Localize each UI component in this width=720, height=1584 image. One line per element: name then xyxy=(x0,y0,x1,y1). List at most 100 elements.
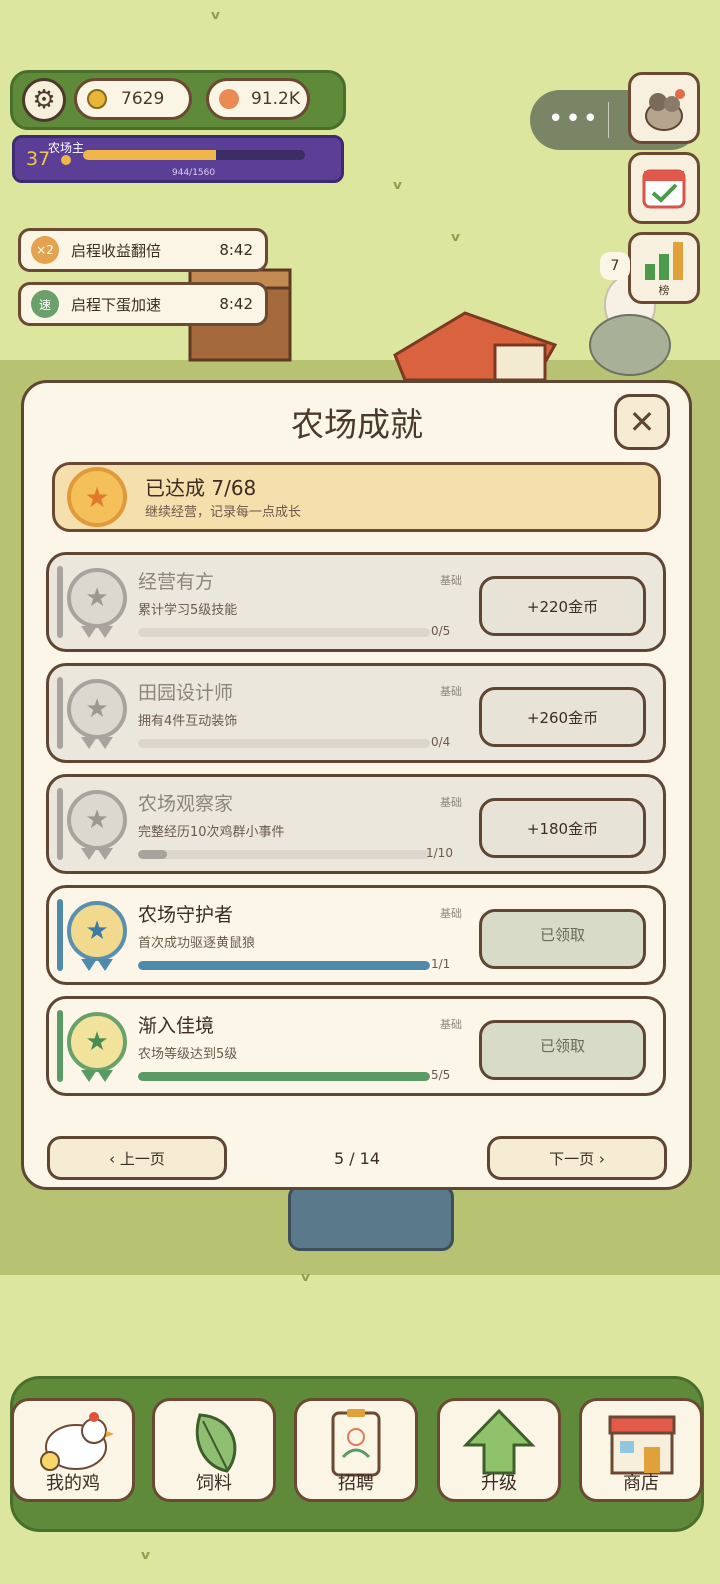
partial-count-badge: 7 xyxy=(600,252,630,280)
achievement-progress-bar xyxy=(138,850,430,859)
achievement-name: 田园设计师 xyxy=(138,682,234,704)
nav-label: 我的鸡 xyxy=(46,1473,100,1494)
medal-ribbon-icon xyxy=(81,959,97,971)
nav-label: 升级 xyxy=(481,1473,517,1494)
xp-text: 944/1560 xyxy=(172,168,216,178)
achievement-tag: 基础 xyxy=(440,685,462,698)
card-accent-bar xyxy=(57,677,63,749)
achievement-medal-icon: ★ xyxy=(67,1012,127,1072)
achievement-progress-bar xyxy=(138,961,430,970)
medal-ribbon-icon xyxy=(97,848,113,860)
nav-my-chickens[interactable]: 我的鸡 xyxy=(11,1398,135,1502)
achievement-desc: 拥有4件互动装饰 xyxy=(138,714,238,729)
coin-icon xyxy=(87,89,107,109)
gold-medal-icon: ★ xyxy=(67,467,127,527)
page-indicator: 5 / 14 xyxy=(333,1149,381,1168)
leaderboard-button[interactable]: 榜 xyxy=(628,232,700,304)
settings-gear-icon[interactable]: ⚙ xyxy=(22,78,66,122)
double-icon: ×2 xyxy=(31,236,59,264)
medal-ribbon-icon xyxy=(97,1070,113,1082)
achievement-medal-icon: ★ xyxy=(67,679,127,739)
next-page-button[interactable]: 下一页 › xyxy=(487,1136,667,1180)
achievement-desc: 完整经历10次鸡群小事件 xyxy=(138,825,285,840)
bar-chart-icon xyxy=(645,242,683,280)
medal-ribbon-icon xyxy=(81,1070,97,1082)
medal-ribbon-icon xyxy=(81,737,97,749)
buff-timer: 8:42 xyxy=(219,241,253,259)
xp-bar xyxy=(83,150,305,160)
achievement-desc: 首次成功驱逐黄鼠狼 xyxy=(138,936,256,951)
achievement-tag: 基础 xyxy=(440,907,462,920)
achievement-tag: 基础 xyxy=(440,796,462,809)
claimed-button: 已领取 xyxy=(479,1020,646,1080)
buff-timer: 8:42 xyxy=(219,295,253,313)
badge-icon xyxy=(331,1409,381,1477)
achievement-progress-text: 1/10 xyxy=(426,846,453,860)
nav-shop[interactable]: 商店 xyxy=(579,1398,703,1502)
card-accent-bar xyxy=(57,1010,63,1082)
coin-counter: 7629 xyxy=(74,78,192,120)
medal-ribbon-icon xyxy=(97,626,113,638)
up-arrow-icon xyxy=(462,1408,536,1475)
achievement-name: 经营有方 xyxy=(138,571,215,593)
grass-tuft-icon: ᵥ xyxy=(210,0,222,25)
nav-upgrade[interactable]: 升级 xyxy=(437,1398,561,1502)
summary-title: 已达成 7/68 xyxy=(145,476,257,500)
achievement-name: 渐入佳境 xyxy=(138,1015,215,1037)
nav-recruit[interactable]: 招聘 xyxy=(294,1398,418,1502)
buff-income-double[interactable]: ×2 启程收益翻倍 8:42 xyxy=(18,228,268,272)
card-accent-bar xyxy=(57,899,63,971)
claimed-button: 已领取 xyxy=(479,909,646,969)
close-button[interactable]: ✕ xyxy=(614,394,670,450)
card-accent-bar xyxy=(57,566,63,638)
progress-fill xyxy=(138,1072,430,1081)
chicken-group-icon xyxy=(645,89,685,131)
achievement-desc: 农场等级达到5级 xyxy=(138,1047,238,1062)
buff-egg-speed[interactable]: 速 启程下蛋加速 8:42 xyxy=(18,282,268,326)
speed-icon: 速 xyxy=(31,290,59,318)
achievement-medal-icon: ★ xyxy=(67,790,127,850)
calendar-check-icon xyxy=(642,169,686,209)
achievement-progress-text: 5/5 xyxy=(431,1068,451,1082)
nav-label: 饲料 xyxy=(196,1473,232,1494)
achievement-medal-icon: ★ xyxy=(67,568,127,628)
leaderboard-label: 榜 xyxy=(658,284,670,297)
achievement-desc: 累计学习5级技能 xyxy=(138,603,238,618)
achievement-progress-text: 0/4 xyxy=(431,735,451,749)
claim-reward-button[interactable]: +220金币 xyxy=(479,576,646,636)
achievement-summary xyxy=(52,462,661,532)
chicken-icon xyxy=(40,1412,114,1471)
nav-label: 商店 xyxy=(623,1473,659,1494)
xp-bar-fill xyxy=(83,150,217,160)
achievement-progress-bar xyxy=(138,1072,430,1081)
grass-tuft-icon: ᵥ xyxy=(450,222,462,247)
level-number: 37 xyxy=(26,148,51,170)
claim-reward-button[interactable]: +180金币 xyxy=(479,798,646,858)
nav-feed[interactable]: 饲料 xyxy=(152,1398,276,1502)
chicken-avatar-button[interactable] xyxy=(628,72,700,144)
progress-fill xyxy=(138,850,168,859)
more-options-icon[interactable]: ••• xyxy=(548,104,600,134)
grass-tuft-icon: ᵥ xyxy=(392,170,404,195)
summary-subtitle: 继续经营，记录每一点成长 xyxy=(145,505,302,520)
claim-reward-button[interactable]: +260金币 xyxy=(479,687,646,747)
close-icon: ✕ xyxy=(628,403,656,441)
prev-page-button[interactable]: ‹ 上一页 xyxy=(47,1136,227,1180)
achievement-medal-icon: ★ xyxy=(67,901,127,961)
egg-counter: 91.2K xyxy=(206,78,310,120)
achievement-tag: 基础 xyxy=(440,1018,462,1031)
water-trough-icon xyxy=(288,1185,454,1251)
capsule-divider xyxy=(608,102,609,138)
achievement-progress-bar xyxy=(138,628,430,637)
daily-checkin-button[interactable] xyxy=(628,152,700,224)
buff-label: 启程下蛋加速 xyxy=(71,295,162,314)
card-accent-bar xyxy=(57,788,63,860)
grass-tuft-icon: ᵥ xyxy=(140,1540,152,1565)
grass-tuft-icon: ᵥ xyxy=(300,1262,312,1287)
rank-title: 农场主 xyxy=(48,141,85,155)
achievement-progress-text: 1/1 xyxy=(431,957,451,971)
coin-value: 7629 xyxy=(121,89,165,109)
achievement-name: 农场守护者 xyxy=(138,904,234,926)
modal-title: 农场成就 xyxy=(291,405,423,444)
nav-label: 招聘 xyxy=(338,1473,374,1494)
